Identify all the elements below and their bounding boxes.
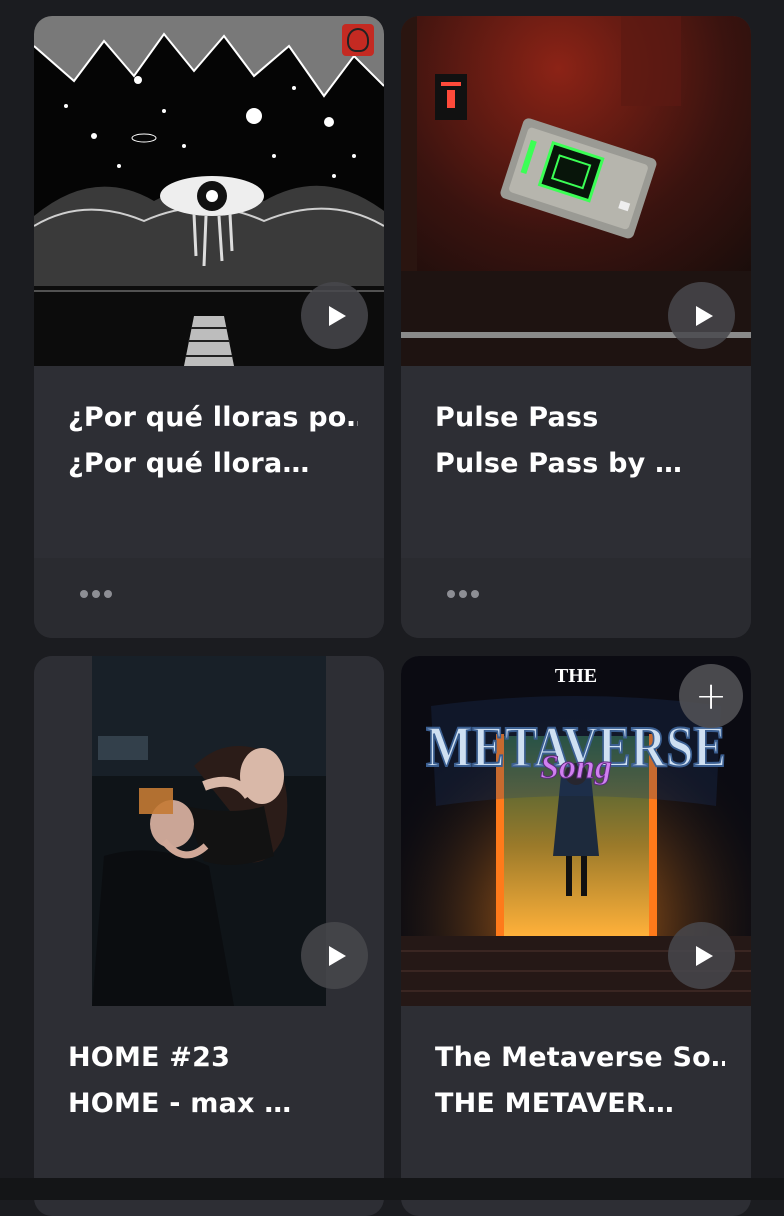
- plus-icon[interactable]: +: [679, 664, 743, 728]
- card-footer: [34, 558, 384, 638]
- song-subtitle: THE METAVER…: [435, 1088, 675, 1119]
- play-button[interactable]: [301, 282, 368, 349]
- play-icon: [328, 945, 346, 966]
- song-card[interactable]: Pulse Pass Pulse Pass by …: [401, 16, 751, 638]
- song-card[interactable]: ¿Por qué lloras po… ¿Por qué llora…: [34, 16, 384, 638]
- play-button[interactable]: [668, 282, 735, 349]
- bottom-bar: [0, 1178, 784, 1200]
- play-icon: [695, 945, 713, 966]
- song-title: HOME #23: [68, 1042, 231, 1073]
- song-grid: ¿Por qué lloras po… ¿Por qué llora… Puls…: [0, 0, 784, 1216]
- song-subtitle: Pulse Pass by …: [435, 448, 683, 479]
- play-icon: [695, 305, 713, 326]
- shield-crest-icon: [342, 24, 374, 56]
- song-title: Pulse Pass: [435, 402, 599, 433]
- song-subtitle: HOME - max …: [68, 1088, 292, 1119]
- more-dots-icon[interactable]: [447, 590, 479, 598]
- cover-text-song: Song: [540, 749, 612, 786]
- song-subtitle: ¿Por qué llora…: [68, 448, 310, 479]
- cover-text-the: THE: [555, 665, 597, 687]
- play-button[interactable]: [668, 922, 735, 989]
- card-footer: [401, 558, 751, 638]
- play-button[interactable]: [301, 922, 368, 989]
- song-title: ¿Por qué lloras po…: [68, 402, 358, 433]
- song-title: The Metaverse So…: [435, 1042, 725, 1073]
- song-card[interactable]: THE METAVERSE Song + The Metaverse So… T…: [401, 656, 751, 1216]
- more-dots-icon[interactable]: [80, 590, 112, 598]
- song-card[interactable]: HOME #23 HOME - max …: [34, 656, 384, 1216]
- play-icon: [328, 305, 346, 326]
